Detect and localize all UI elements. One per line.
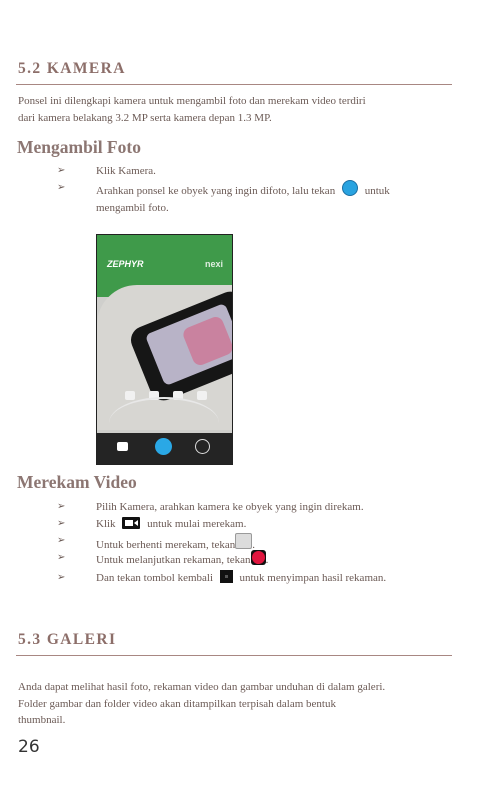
section-title-kamera: 5.2 KAMERA <box>18 60 126 77</box>
kamera-intro-paragraph: Ponsel ini dilengkapi kamera untuk menga… <box>18 93 458 126</box>
list-item-text-after: . <box>265 554 269 566</box>
arrow-bullet-icon: ➢ <box>57 518 66 529</box>
list-item-text-before: Klik <box>96 518 116 530</box>
list-item-text: Untuk melanjutkan rekaman, tekan. <box>96 550 456 569</box>
stop-square-icon <box>235 533 253 549</box>
arrow-bullet-icon: ➢ <box>57 572 66 583</box>
list-item-text-after: untuk mulai merekam. <box>147 518 247 530</box>
paragraph-line: Folder gambar dan folder video akan dita… <box>18 697 336 710</box>
subheading-merekam-video: Merekam Video <box>17 472 137 492</box>
back-button-icon <box>219 570 233 583</box>
list-item-text-before: Dan tekan tombol kembali <box>96 572 213 584</box>
paragraph-line: Ponsel ini dilengkapi kamera untuk menga… <box>18 95 366 107</box>
arrow-bullet-icon: ➢ <box>57 165 66 176</box>
exposure-icon <box>125 391 135 400</box>
list-item-text: Klik untuk mulai merekam. <box>96 516 456 533</box>
list-item-text-after: untuk menyimpan hasil rekaman. <box>239 572 387 584</box>
section-divider <box>16 84 452 85</box>
paragraph-line: dari kamera belakang 3.2 MP serta kamera… <box>18 111 272 124</box>
arrow-bullet-icon: ➢ <box>57 552 66 563</box>
list-item-text: Pilih Kamera, arahkan kamera ke obyek ya… <box>96 501 364 513</box>
page-number: 26 <box>18 737 40 757</box>
galeri-intro-paragraph: Anda dapat melihat hasil foto, rekaman v… <box>18 679 458 729</box>
video-camera-icon <box>122 517 141 529</box>
paragraph-line: Anda dapat melihat hasil foto, rekaman v… <box>18 681 386 693</box>
list-item-text: Dan tekan tombol kembali untuk menyimpan… <box>96 570 476 587</box>
arrow-bullet-icon: ➢ <box>57 501 66 512</box>
section-title-galeri: 5.3 GALERI <box>18 631 117 648</box>
shutter-button-icon <box>155 438 172 455</box>
arrow-bullet-icon: ➢ <box>57 182 66 193</box>
list-item-text-before: Arahkan ponsel ke obyek yang ingin difot… <box>96 185 336 197</box>
flash-icon <box>197 391 207 400</box>
blue-circle-shutter-icon <box>341 180 358 196</box>
paragraph-line: thumbnail. <box>18 714 66 726</box>
red-record-icon <box>250 550 266 565</box>
list-item-text-after: untuk <box>364 185 390 197</box>
switch-camera-icon <box>195 439 210 454</box>
subheading-mengambil-foto: Mengambil Foto <box>17 137 141 157</box>
list-item-text-line2: mengambil foto. <box>96 201 169 214</box>
arrow-bullet-icon: ➢ <box>57 535 66 546</box>
brand-logo-nexian: nexi <box>205 259 224 269</box>
list-item-text: Arahkan ponsel ke obyek yang ingin difot… <box>96 180 456 216</box>
list-item-text: Klik Kamera. <box>96 165 156 177</box>
section-divider <box>16 655 452 656</box>
brand-logo-zephyr: ZEPHYR <box>107 259 144 269</box>
camera-mode-icon <box>117 442 128 451</box>
list-item-text-before: Untuk melanjutkan rekaman, tekan <box>96 554 251 566</box>
camera-app-screenshot: ZEPHYR nexi <box>96 234 233 465</box>
